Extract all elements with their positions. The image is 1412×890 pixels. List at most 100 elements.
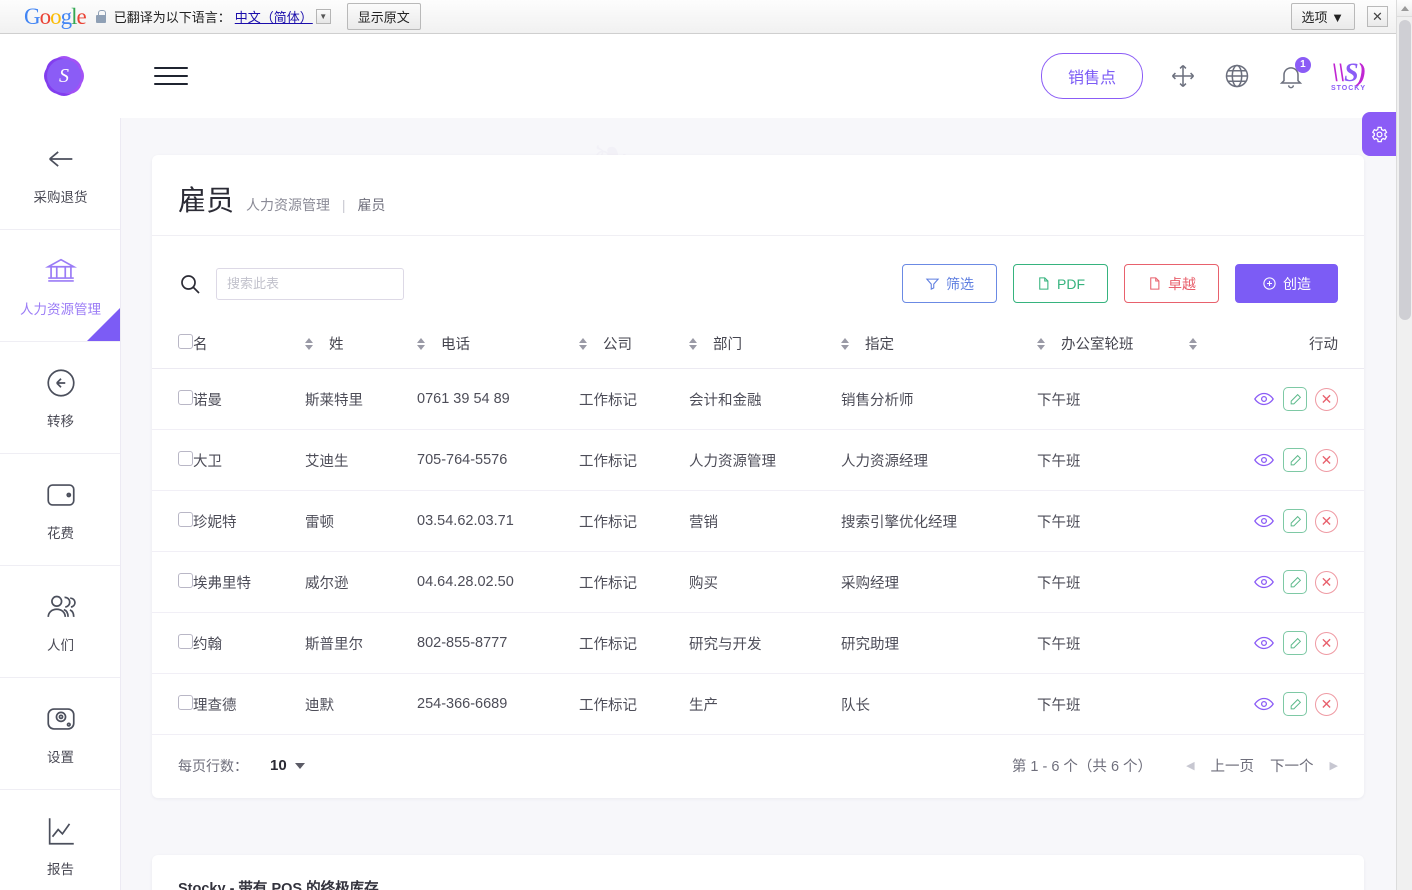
row-checkbox[interactable] [178, 389, 193, 405]
export-excel-button[interactable]: 卓越 [1124, 264, 1219, 303]
cell-designation: 采购经理 [841, 551, 1037, 613]
table-row: 诺曼 斯莱特里 0761 39 54 89 工作标记 会计和金融 销售分析师 下午班 ✕ [152, 368, 1364, 430]
fullscreen-icon[interactable] [1169, 62, 1197, 90]
hamburger-menu-icon[interactable] [154, 61, 188, 91]
browser-scrollbar[interactable] [1396, 0, 1412, 890]
column-header-designation[interactable]: 指定 [841, 321, 1037, 369]
row-checkbox[interactable] [178, 572, 193, 588]
column-header-phone[interactable]: 电话 [417, 321, 579, 369]
sidebar-item-expenses[interactable]: 花费 [0, 454, 120, 566]
row-checkbox[interactable] [178, 633, 193, 649]
sort-icon[interactable] [417, 337, 425, 350]
view-icon[interactable] [1253, 571, 1275, 593]
cell-department: 人力资源管理 [689, 429, 841, 491]
stocky-brand-icon[interactable]: \\S) STOCKY [1331, 59, 1366, 92]
search-icon[interactable] [178, 272, 202, 296]
column-header-company[interactable]: 公司 [579, 321, 689, 369]
rows-per-page-label: 每页行数： [178, 757, 248, 774]
export-pdf-label: PDF [1057, 275, 1085, 292]
delete-icon[interactable]: ✕ [1315, 692, 1338, 716]
edit-icon[interactable] [1283, 509, 1307, 533]
sidebar-item-label: 转移 [47, 413, 74, 429]
row-select-cell [152, 429, 193, 491]
sort-icon[interactable] [305, 337, 313, 350]
delete-icon[interactable]: ✕ [1315, 570, 1338, 594]
edit-icon[interactable] [1283, 448, 1307, 472]
cell-department: 购买 [689, 551, 841, 613]
column-header-department[interactable]: 部门 [689, 321, 841, 369]
column-header-first-name[interactable]: 名 [193, 321, 305, 369]
sidebar-item-reports[interactable]: 报告 [0, 790, 120, 890]
show-original-button[interactable]: 显示原文 [346, 3, 421, 30]
cell-last-name: 斯普里尔 [305, 612, 417, 674]
cell-phone: 802-855-8777 [417, 612, 579, 674]
sidebar-item-purchase-return[interactable]: 采购退货 [0, 118, 120, 230]
table-row: 珍妮特 雷顿 03.54.62.03.71 工作标记 营销 搜索引擎优化经理 下午班 ✕ [152, 490, 1364, 552]
globe-icon[interactable] [1223, 62, 1251, 90]
edit-icon[interactable] [1283, 631, 1307, 655]
edit-icon[interactable] [1283, 692, 1307, 716]
main-content: ❧ ❧ ❧ ❧ 雇员 人力资源管理 | 雇员 [121, 118, 1396, 890]
export-pdf-button[interactable]: PDF [1013, 264, 1108, 303]
scrollbar-thumb[interactable] [1399, 20, 1411, 320]
sort-icon[interactable] [689, 337, 697, 350]
previous-page-button[interactable]: 上一页 [1211, 755, 1255, 776]
scroll-up-arrow-icon[interactable] [1397, 0, 1412, 17]
row-checkbox[interactable] [178, 694, 193, 710]
breadcrumb-current: 雇员 [357, 197, 386, 213]
cell-department: 生产 [689, 673, 841, 735]
sidebar-item-settings[interactable]: 设置 [0, 678, 120, 790]
sort-icon[interactable] [1189, 337, 1197, 350]
breadcrumb-root[interactable]: 人力资源管理 [246, 197, 330, 213]
app-header: S 销售点 1 \\S) STOCKY [0, 34, 1396, 118]
delete-icon[interactable]: ✕ [1315, 387, 1338, 411]
pos-button[interactable]: 销售点 [1040, 53, 1143, 99]
view-icon[interactable] [1253, 388, 1275, 410]
notifications-bell-icon[interactable]: 1 [1277, 57, 1311, 90]
cell-spacer [1189, 429, 1221, 491]
sidebar-item-hrm[interactable]: 人力资源管理 [0, 230, 120, 342]
cell-phone: 0761 39 54 89 [417, 368, 579, 430]
table-row: 约翰 斯普里尔 802-855-8777 工作标记 研究与开发 研究助理 下午班 ✕ [152, 612, 1364, 674]
chevron-left-icon[interactable]: ◀ [1186, 759, 1194, 772]
column-header-sort-extra[interactable] [1189, 321, 1221, 369]
footer-title: Stocky - 带有 POS 的终极库存 [178, 881, 379, 890]
rows-per-page-select[interactable]: 10 [270, 757, 305, 774]
delete-icon[interactable]: ✕ [1315, 631, 1338, 655]
view-icon[interactable] [1253, 449, 1275, 471]
edit-icon[interactable] [1283, 570, 1307, 594]
filter-button[interactable]: 筛选 [902, 264, 997, 303]
delete-icon[interactable]: ✕ [1315, 448, 1338, 472]
app-root: S 销售点 1 \\S) STOCKY 采购退货 人力资源管理 转移 花费 人们… [0, 34, 1396, 890]
view-icon[interactable] [1253, 510, 1275, 532]
footer-card: Stocky - 带有 POS 的终极库存 S © 2023 由 Stocky … [152, 855, 1364, 890]
sort-icon[interactable] [579, 337, 587, 350]
delete-icon[interactable]: ✕ [1315, 509, 1338, 533]
close-icon[interactable]: ✕ [1367, 6, 1388, 27]
translate-language-link[interactable]: 中文（简体） [235, 7, 313, 26]
create-button[interactable]: 创造 [1235, 264, 1338, 303]
sidebar-item-people[interactable]: 人们 [0, 566, 120, 678]
row-checkbox[interactable] [178, 450, 193, 466]
sort-icon[interactable] [841, 337, 849, 350]
translate-options-button[interactable]: 选项 ▼ [1290, 3, 1355, 30]
theme-settings-tab[interactable] [1362, 112, 1396, 156]
column-label: 办公室轮班 [1061, 337, 1134, 353]
view-icon[interactable] [1253, 632, 1275, 654]
search-input[interactable] [216, 267, 404, 300]
view-icon[interactable] [1253, 693, 1275, 715]
select-all-checkbox[interactable] [178, 334, 193, 349]
chevron-down-icon[interactable]: ▼ [315, 9, 331, 24]
edit-icon[interactable] [1283, 387, 1307, 411]
sidebar-item-transfer[interactable]: 转移 [0, 342, 120, 454]
app-logo[interactable]: S [0, 48, 128, 104]
cell-office-shift: 下午班 [1037, 551, 1189, 613]
column-header-office-shift[interactable]: 办公室轮班 [1037, 321, 1189, 369]
chevron-right-icon[interactable]: ▶ [1330, 759, 1338, 772]
filter-button-label: 筛选 [946, 275, 974, 292]
column-header-last-name[interactable]: 姓 [305, 321, 417, 369]
sort-icon[interactable] [1037, 337, 1045, 350]
next-page-button[interactable]: 下一个 [1270, 755, 1314, 776]
column-header-actions: 行动 [1220, 321, 1364, 369]
row-checkbox[interactable] [178, 511, 193, 527]
